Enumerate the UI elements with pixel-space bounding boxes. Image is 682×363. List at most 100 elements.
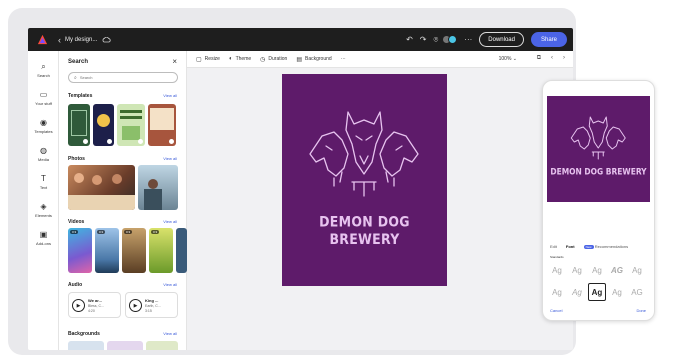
rail-item-label: Text	[39, 185, 48, 190]
more-icon[interactable]: ···	[464, 35, 472, 44]
folder-icon: ▭	[39, 90, 48, 99]
templates-view-all-link[interactable]: View all	[163, 93, 177, 98]
text-icon: T	[41, 174, 46, 183]
play-icon[interactable]: ▶	[72, 299, 85, 312]
three-headed-dog-illustration	[570, 116, 626, 160]
audio-card[interactable]: ▶ We ar... Bless, C... 4:20	[68, 292, 121, 318]
rail-item-add-ons[interactable]: ▣ Add-ons	[28, 225, 59, 251]
play-icon	[83, 139, 88, 144]
back-icon[interactable]: ‹	[58, 35, 61, 45]
template-thumbnail[interactable]	[93, 104, 114, 146]
photo-thumbnail[interactable]	[68, 165, 135, 210]
rail-item-your-stuff[interactable]: ▭ Your stuff	[28, 85, 59, 111]
font-swatch-selected[interactable]: Ag	[588, 283, 606, 301]
rail-item-label: Add-ons	[36, 241, 51, 246]
background-thumbnail[interactable]	[107, 341, 143, 350]
template-thumbnail[interactable]	[117, 104, 145, 146]
chevron-left-icon[interactable]: ‹	[551, 55, 553, 61]
theme-label: Theme	[235, 56, 252, 62]
photo-thumbnail[interactable]	[138, 165, 178, 210]
pages-icon[interactable]: ⧉	[537, 55, 541, 62]
theme-button[interactable]: ◐ Theme	[229, 56, 251, 62]
rail-item-text[interactable]: T Text	[28, 169, 59, 195]
document-title[interactable]: My design...	[65, 37, 97, 43]
resize-label: Resize	[204, 56, 220, 62]
font-swatch[interactable]: Ag	[568, 283, 586, 301]
video-thumbnail[interactable]	[176, 228, 187, 273]
done-button[interactable]: Done	[636, 308, 646, 313]
rail-item-templates[interactable]: ◉ Templates	[28, 113, 59, 139]
tab-recommendations[interactable]: New Recommendations	[583, 244, 629, 249]
pin-icon[interactable]: ⌾	[433, 35, 438, 45]
cancel-button[interactable]: Cancel	[550, 308, 562, 313]
undo-icon[interactable]: ↶	[406, 35, 413, 44]
tab-recommendations-label: Recommendations	[594, 244, 629, 249]
search-panel: Search × ⌕ Templates View all Photos Vie…	[59, 51, 187, 350]
tab-edit[interactable]: Edit	[550, 244, 557, 249]
rail-item-label: Media	[38, 157, 49, 162]
adobe-express-logo-icon[interactable]	[37, 34, 48, 45]
font-swatch[interactable]: AG	[628, 283, 646, 301]
rail-item-label: Templates	[34, 129, 53, 134]
font-swatch[interactable]: Ag	[628, 261, 646, 279]
rail-item-elements[interactable]: ◈ Elements	[28, 197, 59, 223]
video-thumbnail[interactable]: 0:3	[68, 228, 92, 273]
duration-label: Duration	[268, 56, 288, 62]
rail-item-label: Elements	[35, 213, 52, 218]
font-swatch[interactable]: Ag	[548, 261, 566, 279]
background-thumbnail[interactable]	[68, 341, 104, 350]
templates-heading: Templates	[68, 93, 93, 99]
video-thumbnail[interactable]: 0:3	[149, 228, 173, 273]
font-swatch[interactable]: AG	[608, 261, 626, 279]
background-button[interactable]: ▤ Background	[296, 56, 331, 63]
video-thumbnail[interactable]: 0:3	[95, 228, 119, 273]
audio-title: We ar...	[88, 298, 102, 303]
close-icon[interactable]: ×	[172, 57, 177, 66]
template-thumbnail[interactable]	[148, 104, 176, 146]
font-category-label: Standards	[550, 255, 564, 259]
avatar[interactable]	[448, 35, 458, 44]
chevron-down-icon: ⌄	[512, 56, 517, 62]
download-button[interactable]: Download	[479, 32, 524, 47]
template-thumbnail[interactable]	[68, 104, 90, 146]
search-field[interactable]: ⌕	[68, 72, 178, 83]
templates-icon: ◉	[40, 118, 47, 127]
top-bar: ‹ My design... ↶ ↷ ⌾ ··· Download Share	[28, 28, 573, 51]
font-sample: Ag	[552, 265, 562, 275]
more-options-icon[interactable]: ···	[341, 56, 346, 62]
resize-button[interactable]: ▢ Resize	[196, 56, 220, 63]
three-headed-dog-illustration	[309, 111, 419, 197]
rail-item-media[interactable]: ◍ Media	[28, 141, 59, 167]
zoom-value: 100%	[498, 56, 512, 62]
share-button[interactable]: Share	[530, 32, 567, 47]
font-swatch[interactable]: Ag	[568, 261, 586, 279]
zoom-level[interactable]: 100% ⌄	[499, 56, 517, 62]
backgrounds-view-all-link[interactable]: View all	[163, 331, 177, 336]
collaborator-avatars[interactable]	[442, 35, 458, 44]
design-title-text[interactable]: DEMON DOG BREWERY	[282, 213, 447, 248]
phone-design-preview[interactable]: DEMON DOG BREWERY	[547, 96, 650, 202]
tab-font[interactable]: Font	[566, 244, 575, 249]
font-swatch[interactable]: Ag	[548, 283, 566, 301]
chevron-right-icon[interactable]: ›	[563, 55, 565, 61]
photos-view-all-link[interactable]: View all	[163, 156, 177, 161]
background-thumbnail[interactable]	[146, 341, 178, 350]
search-input[interactable]	[76, 73, 172, 82]
videos-view-all-link[interactable]: View all	[163, 219, 177, 224]
redo-icon[interactable]: ↷	[420, 35, 427, 44]
audio-duration: 4:20	[88, 309, 95, 313]
videos-heading: Videos	[68, 219, 85, 225]
video-duration: 0:3	[151, 230, 160, 234]
video-thumbnail[interactable]: 0:3	[122, 228, 146, 273]
duration-button[interactable]: ◷ Duration	[260, 56, 287, 63]
audio-view-all-link[interactable]: View all	[163, 282, 177, 287]
font-swatch[interactable]: Ag	[588, 261, 606, 279]
font-sample: Ag	[591, 287, 603, 297]
rail-item-search[interactable]: ⌕ Search	[28, 57, 59, 83]
audio-card[interactable]: ▶ King ... Earth, C... 3:15	[125, 292, 178, 318]
elements-icon: ◈	[40, 202, 47, 211]
play-icon[interactable]: ▶	[129, 299, 142, 312]
new-badge: New	[583, 245, 594, 249]
design-artboard[interactable]: DEMON DOG BREWERY	[282, 74, 447, 286]
font-swatch[interactable]: Ag	[608, 283, 626, 301]
